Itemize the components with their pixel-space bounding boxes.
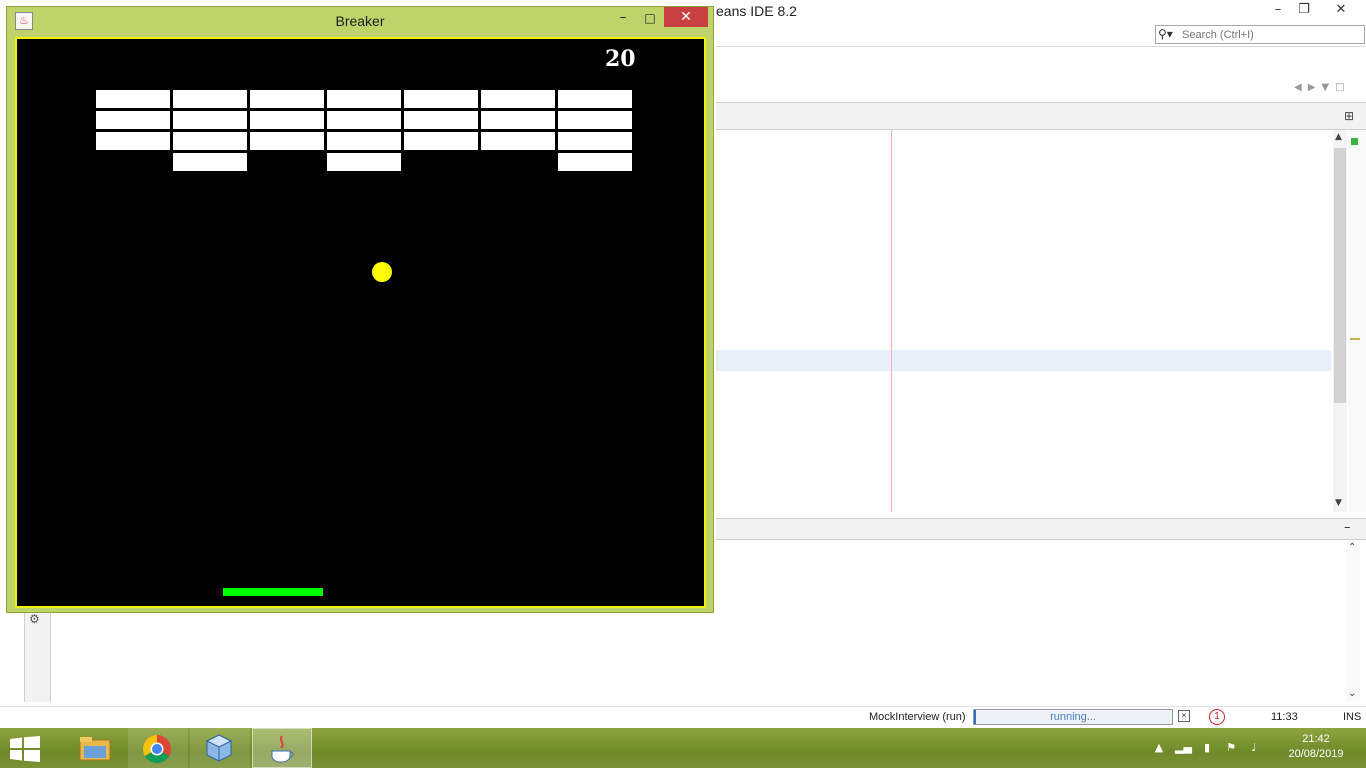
virtualbox-icon[interactable] (190, 728, 250, 768)
breaker-close-button[interactable]: ✕ (664, 7, 708, 27)
brick (327, 153, 401, 171)
scroll-up-icon[interactable]: ▲ (1335, 132, 1342, 142)
brick (96, 90, 170, 108)
editor-scroll-thumb[interactable] (1334, 148, 1346, 403)
ide-minimize-button[interactable]: – (1265, 0, 1291, 22)
action-center-icon[interactable]: ⚑ (1223, 740, 1239, 756)
signal-icon[interactable]: ▂▄ (1175, 740, 1192, 756)
notification-icon[interactable]: 1 (1209, 709, 1225, 725)
clock[interactable]: 21:42 20/08/2019 (1278, 732, 1354, 762)
breaker-minimize-button[interactable]: – (612, 9, 634, 29)
brick (173, 90, 247, 108)
show-hidden-icons-icon[interactable]: ▲ (1151, 740, 1167, 756)
brick (327, 111, 401, 129)
ide-close-button[interactable]: ✕ (1328, 0, 1354, 22)
brick (327, 90, 401, 108)
brick (250, 90, 324, 108)
output-scroll-up-icon[interactable]: ⌃ (1348, 542, 1356, 553)
tab-navigation-controls[interactable]: ◀▶▼□ (1294, 82, 1351, 98)
output-panel-header: – (716, 518, 1366, 540)
search-input[interactable] (1182, 26, 1360, 43)
clock-time: 21:42 (1302, 733, 1330, 745)
paddle[interactable] (223, 588, 323, 596)
run-progress-bar: running... (973, 709, 1173, 725)
breaker-window: ♨ Breaker – □ ✕ 20 (6, 6, 714, 613)
ball (372, 262, 392, 282)
stop-task-icon[interactable]: × (1178, 710, 1190, 722)
editor-tab-header: ⊞ (716, 102, 1366, 130)
brick (558, 111, 632, 129)
output-scrollbar[interactable]: ⌃ ⌄ (1346, 540, 1360, 702)
brick (250, 132, 324, 150)
output-scroll-down-icon[interactable]: ⌄ (1348, 688, 1356, 699)
brick-field (17, 39, 704, 606)
brick (173, 132, 247, 150)
current-line-highlight (716, 350, 1331, 371)
right-margin-line (891, 130, 892, 512)
file-explorer-icon[interactable] (66, 728, 126, 768)
breaker-titlebar[interactable]: ♨ Breaker – □ ✕ (7, 7, 713, 37)
brick (173, 111, 247, 129)
battery-icon[interactable]: ▮ (1199, 740, 1215, 756)
run-task-label: MockInterview (run) (869, 711, 966, 723)
brick (96, 111, 170, 129)
brick (558, 153, 632, 171)
brick (481, 90, 555, 108)
ide-restore-button[interactable]: ❐ (1291, 0, 1317, 22)
brick (96, 132, 170, 150)
brick (173, 153, 247, 171)
brick (250, 111, 324, 129)
stripe-mark (1350, 338, 1360, 340)
ide-status-bar: MockInterview (run) running... × 1 11:33… (0, 706, 1366, 729)
search-icon: ⚲▾ (1158, 27, 1173, 41)
brick (327, 132, 401, 150)
breaker-maximize-button[interactable]: □ (639, 9, 661, 29)
error-stripe (1348, 130, 1366, 512)
brick (404, 132, 478, 150)
insert-mode: INS (1343, 711, 1362, 723)
progress-text: running... (1050, 711, 1096, 723)
brick (404, 111, 478, 129)
scroll-down-icon[interactable]: ▼ (1335, 498, 1342, 508)
brick (558, 90, 632, 108)
java-app-icon[interactable] (252, 728, 312, 768)
game-canvas[interactable]: 20 (15, 37, 706, 608)
minimize-panel-icon[interactable]: – (1344, 520, 1351, 535)
volume-icon[interactable]: ♩ (1246, 740, 1262, 756)
caret-position: 11:33 (1271, 711, 1298, 723)
maximize-editor-icon[interactable]: ⊞ (1344, 109, 1354, 123)
status-ok-icon (1351, 138, 1358, 145)
brick (404, 90, 478, 108)
code-editor[interactable] (716, 130, 1331, 512)
ide-search-box[interactable]: ⚲▾ (1155, 25, 1365, 44)
settings-icon[interactable]: ⚙ (29, 612, 40, 626)
brick (558, 132, 632, 150)
taskbar: ▲ ▂▄ ▮ ⚑ ♩ 21:42 20/08/2019 (0, 728, 1366, 768)
brick (481, 132, 555, 150)
windows-start-icon[interactable] (10, 736, 40, 762)
brick (481, 111, 555, 129)
chrome-icon[interactable] (128, 728, 188, 768)
ide-title: eans IDE 8.2 (716, 3, 797, 19)
breaker-title: Breaker (335, 13, 385, 29)
clock-date: 20/08/2019 (1288, 748, 1344, 760)
